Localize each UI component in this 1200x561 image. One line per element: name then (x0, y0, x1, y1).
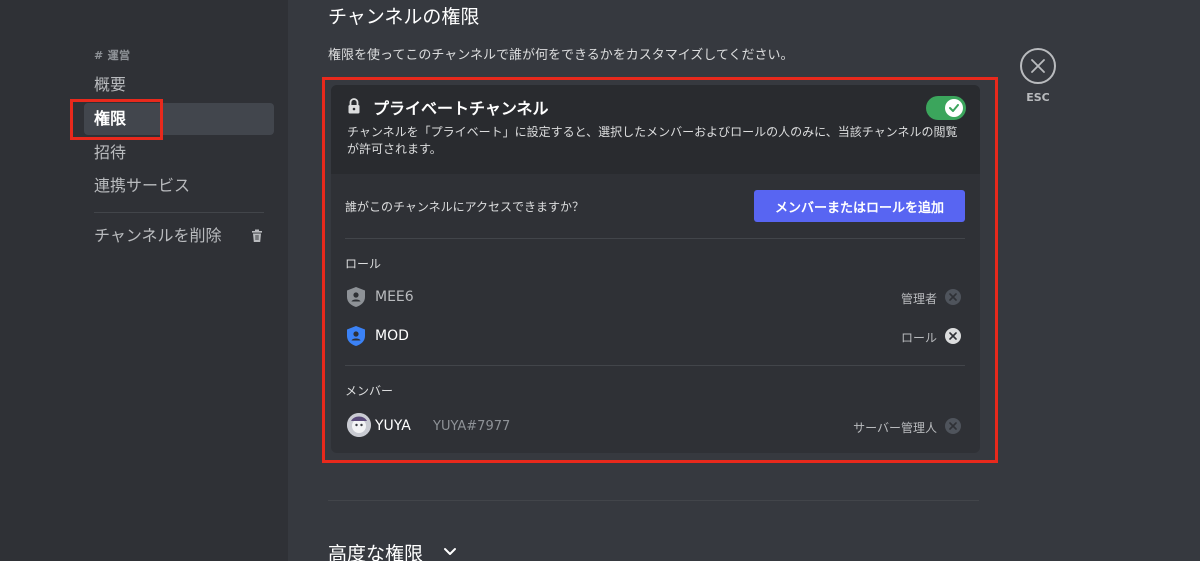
sidebar-category-label: # 運営 (94, 49, 131, 62)
sidebar-item-invites[interactable]: 招待 (84, 137, 274, 169)
panel-divider (345, 238, 965, 239)
close-icon (1031, 59, 1045, 73)
delete-channel-button[interactable]: チャンネルを削除 (84, 220, 274, 252)
delete-channel-label: チャンネルを削除 (94, 226, 222, 245)
role-name: MEE6 (375, 289, 414, 305)
member-tag: YUYA#7977 (433, 419, 511, 434)
remove-role-button[interactable] (945, 289, 961, 305)
role-shield-icon (347, 326, 365, 346)
add-member-or-role-button[interactable]: メンバーまたはロールを追加 (754, 190, 965, 222)
role-shield-icon (347, 287, 365, 307)
avatar (347, 413, 371, 437)
section-divider (328, 500, 979, 501)
close-button[interactable] (1020, 48, 1056, 84)
trash-icon (252, 229, 262, 242)
member-role: サーバー管理人 (853, 421, 937, 435)
role-row-mod: MOD ロール (345, 323, 965, 351)
lock-icon (348, 98, 360, 114)
role-type: ロール (900, 331, 937, 345)
toggle-knob (945, 99, 963, 117)
page-description: 権限を使ってこのチャンネルで誰が何をできるかをカスタマイズしてください。 (328, 48, 794, 63)
member-row-yuya: YUYA YUYA#7977 サーバー管理人 (345, 413, 965, 441)
remove-member-button[interactable] (945, 418, 961, 434)
page-title: チャンネルの権限 (328, 6, 480, 28)
remove-role-button[interactable] (945, 328, 961, 344)
role-name: MOD (375, 328, 409, 344)
private-channel-title: プライベートチャンネル (373, 99, 549, 118)
sidebar-item-overview[interactable]: 概要 (84, 69, 274, 101)
member-name: YUYA (375, 418, 411, 434)
members-section-label: メンバー (345, 384, 394, 398)
avatar-image (347, 413, 371, 437)
panel-divider (345, 365, 965, 366)
chevron-down-icon[interactable] (443, 547, 457, 557)
close-icon (949, 293, 957, 301)
close-icon (949, 332, 957, 340)
access-question: 誰がこのチャンネルにアクセスできますか？ (345, 200, 585, 214)
sidebar-item-permissions[interactable]: 権限 (84, 103, 274, 135)
private-channel-description: チャンネルを「プライベート」に設定すると、選択したメンバーおよびロールの人のみに… (347, 125, 958, 156)
role-row-mee6: MEE6 管理者 (345, 284, 965, 312)
advanced-permissions-toggle[interactable]: 高度な権限 (328, 539, 423, 561)
private-channel-header: プライベートチャンネル チャンネルを「プライベート」に設定すると、選択したメンバ… (331, 85, 980, 174)
private-channel-toggle[interactable] (926, 96, 966, 120)
check-icon (949, 104, 959, 112)
private-channel-panel: プライベートチャンネル チャンネルを「プライベート」に設定すると、選択したメンバ… (331, 85, 980, 453)
settings-sidebar: # 運営 概要 権限 招待 連携サービス チャンネルを削除 (0, 0, 288, 561)
esc-label: ESC (1026, 91, 1050, 104)
role-type: 管理者 (900, 292, 937, 306)
sidebar-divider (94, 212, 264, 213)
close-icon (949, 422, 957, 430)
sidebar-item-integrations[interactable]: 連携サービス (84, 170, 274, 202)
roles-section-label: ロール (345, 257, 382, 271)
